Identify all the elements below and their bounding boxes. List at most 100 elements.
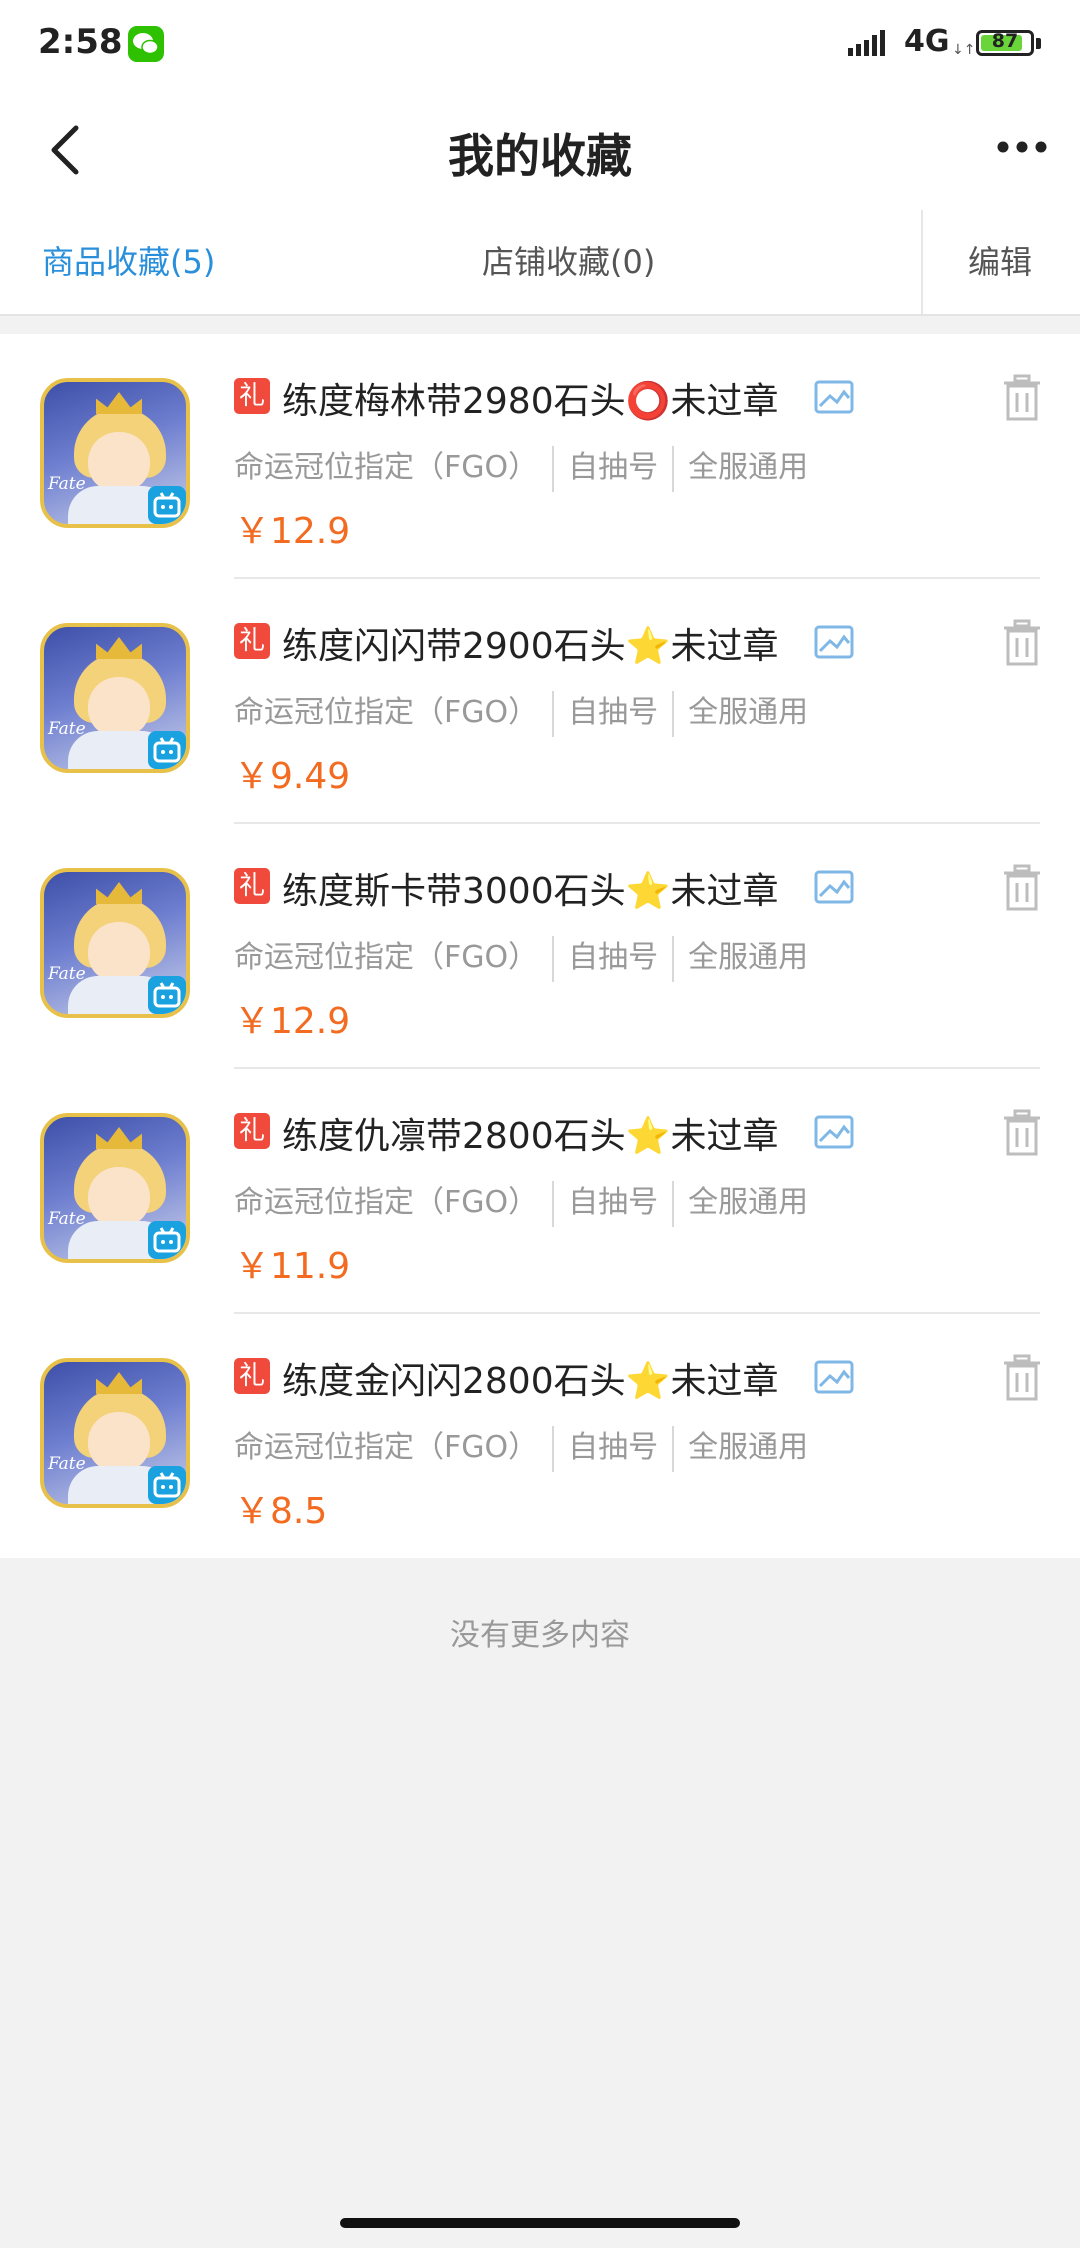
list-item[interactable]: Fate 礼 练度闪闪带2900石头⭐未过章 命运冠位指定（FGO） 自抽号 全…: [0, 579, 1080, 824]
game-name: 命运冠位指定（FGO）: [234, 1185, 539, 1220]
thumb-face: [88, 1167, 150, 1227]
game-name: 命运冠位指定（FGO）: [234, 1430, 539, 1465]
item-title: 练度斯卡带3000石头⭐未过章: [282, 871, 779, 912]
game-logo: Fate: [48, 1209, 86, 1229]
image-icon: [814, 625, 854, 663]
list-item[interactable]: Fate 礼 练度金闪闪2800石头⭐未过章 命运冠位指定（FGO） 自抽号 全…: [0, 1314, 1080, 1559]
status-bar: 2:58 4G ↓↑ 87: [0, 0, 1080, 90]
item-price: ￥12.9: [234, 1001, 351, 1042]
status-time: 2:58: [38, 22, 123, 62]
crown-icon: [96, 1372, 142, 1394]
meta-divider: [672, 935, 675, 982]
item-title: 练度金闪闪2800石头⭐未过章: [282, 1361, 779, 1402]
item-price: ￥11.9: [234, 1246, 351, 1287]
item-meta: 命运冠位指定（FGO） 自抽号 全服通用: [234, 689, 808, 737]
meta-divider: [672, 1425, 675, 1472]
game-thumbnail: Fate: [40, 1358, 190, 1508]
crown-icon: [96, 1127, 142, 1149]
item-title: 练度仇凛带2800石头⭐未过章: [282, 1116, 779, 1157]
list-item[interactable]: Fate 礼 练度梅林带2980石头⭕未过章 命运冠位指定（FGO） 自抽号 全…: [0, 334, 1080, 579]
tag-server: 全服通用: [688, 940, 809, 975]
image-icon: [814, 870, 854, 908]
list-item[interactable]: Fate 礼 练度斯卡带3000石头⭐未过章 命运冠位指定（FGO） 自抽号 全…: [0, 824, 1080, 1069]
meta-divider: [672, 690, 675, 737]
meta-divider: [552, 1180, 555, 1227]
bilibili-icon: [148, 1466, 186, 1504]
meta-divider: [672, 1180, 675, 1227]
item-meta: 命运冠位指定（FGO） 自抽号 全服通用: [234, 444, 808, 492]
battery-cap: [1036, 38, 1041, 49]
tab-goods-favorites[interactable]: 商品收藏(5): [42, 210, 215, 314]
gift-badge: 礼: [234, 1358, 270, 1394]
home-indicator[interactable]: [340, 2218, 740, 2228]
item-meta: 命运冠位指定（FGO） 自抽号 全服通用: [234, 1179, 808, 1227]
bilibili-icon: [148, 1221, 186, 1259]
game-name: 命运冠位指定（FGO）: [234, 695, 539, 730]
trash-icon[interactable]: [1000, 1109, 1044, 1161]
network-type: 4G: [904, 24, 950, 59]
image-icon: [814, 1115, 854, 1153]
game-name: 命运冠位指定（FGO）: [234, 450, 539, 485]
item-price: ￥12.9: [234, 511, 351, 552]
game-thumbnail: Fate: [40, 1113, 190, 1263]
page-title: 我的收藏: [448, 129, 632, 183]
item-title: 练度梅林带2980石头⭕未过章: [282, 381, 779, 422]
tag-server: 全服通用: [688, 695, 809, 730]
game-logo: Fate: [48, 474, 86, 494]
bilibili-icon: [148, 486, 186, 524]
list-item[interactable]: Fate 礼 练度仇凛带2800石头⭐未过章 命运冠位指定（FGO） 自抽号 全…: [0, 1069, 1080, 1314]
image-icon: [814, 1360, 854, 1398]
item-title: 练度闪闪带2900石头⭐未过章: [282, 626, 779, 667]
thumb-face: [88, 677, 150, 737]
tag-account-type: 自抽号: [568, 940, 659, 975]
tag-account-type: 自抽号: [568, 450, 659, 485]
gift-badge: 礼: [234, 623, 270, 659]
bilibili-icon: [148, 976, 186, 1014]
battery-icon: 87: [976, 30, 1034, 56]
gift-badge: 礼: [234, 378, 270, 414]
trash-icon[interactable]: [1000, 864, 1044, 916]
thumb-face: [88, 1412, 150, 1472]
meta-divider: [552, 445, 555, 492]
game-thumbnail: Fate: [40, 623, 190, 773]
game-name: 命运冠位指定（FGO）: [234, 940, 539, 975]
game-logo: Fate: [48, 964, 86, 984]
item-price: ￥9.49: [234, 756, 351, 797]
tag-account-type: 自抽号: [568, 1185, 659, 1220]
thumb-face: [88, 432, 150, 492]
crown-icon: [96, 637, 142, 659]
more-dots-icon[interactable]: [996, 135, 1048, 159]
gift-badge: 礼: [234, 1113, 270, 1149]
favorites-list: Fate 礼 练度梅林带2980石头⭕未过章 命运冠位指定（FGO） 自抽号 全…: [0, 334, 1080, 1558]
item-price: ￥8.5: [234, 1491, 328, 1532]
tab-shop-favorites[interactable]: 店铺收藏(0): [482, 210, 655, 314]
thumb-face: [88, 922, 150, 982]
tag-account-type: 自抽号: [568, 695, 659, 730]
wechat-icon: [128, 26, 164, 62]
trash-icon[interactable]: [1000, 1354, 1044, 1406]
battery-level: 87: [991, 30, 1019, 52]
no-more-content: 没有更多内容: [450, 1618, 630, 1653]
game-logo: Fate: [48, 719, 86, 739]
game-thumbnail: Fate: [40, 868, 190, 1018]
meta-divider: [552, 935, 555, 982]
meta-divider: [552, 690, 555, 737]
edit-button[interactable]: 编辑: [968, 210, 1032, 314]
crown-icon: [96, 392, 142, 414]
tag-server: 全服通用: [688, 1185, 809, 1220]
tab-bar: 商品收藏(5) 店铺收藏(0) 编辑: [0, 210, 1080, 316]
trash-icon[interactable]: [1000, 374, 1044, 426]
trash-icon[interactable]: [1000, 619, 1044, 671]
item-meta: 命运冠位指定（FGO） 自抽号 全服通用: [234, 1424, 808, 1472]
item-meta: 命运冠位指定（FGO） 自抽号 全服通用: [234, 934, 808, 982]
image-icon: [814, 380, 854, 418]
crown-icon: [96, 882, 142, 904]
meta-divider: [552, 1425, 555, 1472]
bilibili-icon: [148, 731, 186, 769]
tab-divider: [921, 210, 923, 314]
game-thumbnail: Fate: [40, 378, 190, 528]
nav-bar: 我的收藏: [0, 90, 1080, 210]
signal-icon: [848, 30, 892, 60]
tag-account-type: 自抽号: [568, 1430, 659, 1465]
network-arrows: ↓↑: [952, 42, 976, 58]
